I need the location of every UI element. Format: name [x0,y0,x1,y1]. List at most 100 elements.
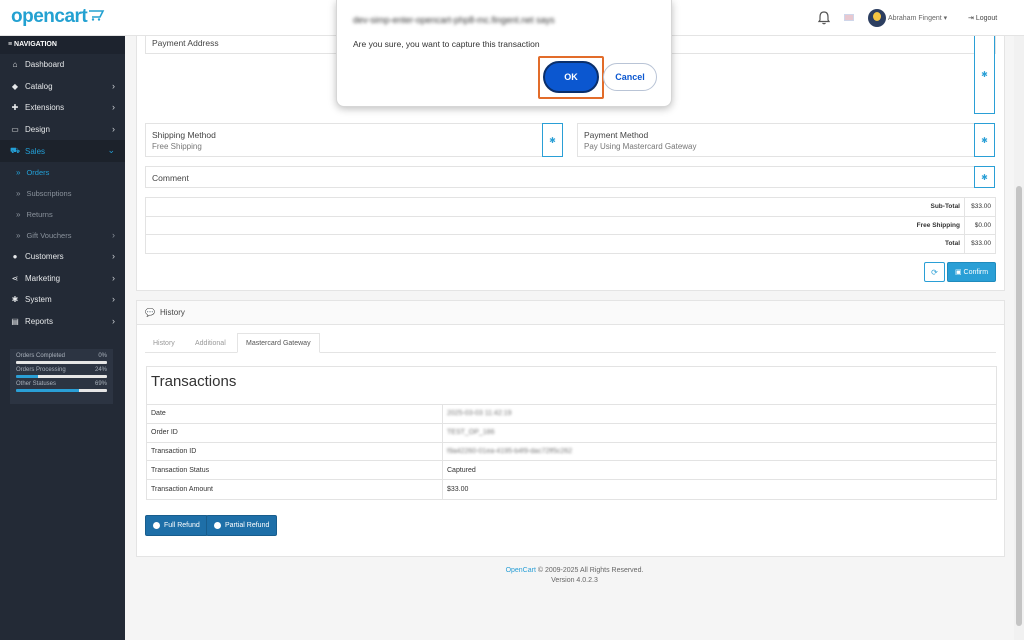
progress-bar [16,375,107,378]
progress-bar [16,361,107,364]
dialog-message: Are you sure, you want to capture this t… [353,39,540,49]
sidebar-item-marketing[interactable]: ⋖ Marketing › [0,268,125,290]
sidebar-item-extensions[interactable]: ✚ Extensions › [0,97,125,119]
chevron-right-icon: › [112,229,115,240]
order-stats: Orders Completed 0% Orders Processing 24% … [10,349,113,404]
page-footer: OpenCart © 2009-2025 All Rights Reserved… [125,566,1024,586]
sidebar-item-catalog[interactable]: ◆ Catalog › [0,76,125,98]
gear-icon: ✱ [981,70,988,79]
tag-icon: ◆ [11,81,19,91]
table-row: Sub-Total $33.00 [145,197,996,217]
table-row: Free Shipping $0.00 [145,215,996,236]
double-chevron-icon: » [16,188,21,198]
version-text: Version 4.0.2.3 [551,577,598,584]
home-icon: ⌂ [12,60,18,70]
shipping-method-settings-button[interactable]: ✱ [542,123,563,157]
history-header: 💬 History [137,301,1004,325]
order-totals-table: Sub-Total $33.00 Free Shipping $0.00 Total… [145,197,996,254]
opencart-logo[interactable]: opencart [11,6,88,28]
table-row: Date 2025-03-03 11:42:19 [147,405,996,424]
sidebar: ≡ NAVIGATION ⌂ Dashboard ◆ Catalog › ✚ Exten… [0,36,125,640]
chevron-down-icon: ⌄ [107,145,115,156]
sidebar-subitem-returns[interactable]: » Returns [0,204,125,225]
sidebar-subitem-gift-vouchers[interactable]: » Gift Vouchers › [0,225,125,246]
table-row: Transaction ID f9a42260-01ea-4195-b4f9-da… [147,442,996,462]
sidebar-item-reports[interactable]: ▤ Reports › [0,311,125,333]
puzzle-icon: ✚ [11,103,19,113]
minus-circle-icon [214,522,221,529]
table-row: Transaction Amount $33.00 [147,480,996,499]
chart-icon: ▤ [11,317,19,327]
minus-circle-icon [153,522,160,529]
sidebar-item-dashboard[interactable]: ⌂ Dashboard [0,54,125,76]
comment-title: Comment [152,173,189,183]
nav-heading[interactable]: ≡ NAVIGATION [0,36,125,54]
sidebar-subitem-orders[interactable]: » Orders [0,162,125,183]
shipping-method-value: Free Shipping [152,142,202,151]
comment-settings-button[interactable]: ✱ [974,166,995,188]
tab-mastercard-gateway[interactable]: Mastercard Gateway [237,333,320,353]
sidebar-item-sales[interactable]: ⛟ Sales ⌄ [0,140,125,162]
save-icon: ▣ [954,269,962,276]
language-flag-icon[interactable] [844,14,854,21]
chevron-right-icon: › [112,123,115,134]
progress-bar [16,389,107,392]
scrollbar-thumb[interactable] [1016,186,1022,626]
logout-link[interactable]: ⇥ Logout [968,14,997,22]
tab-history[interactable]: History [145,333,183,353]
gear-icon: ✱ [981,172,988,182]
chevron-right-icon: › [112,102,115,113]
table-row: Transaction Status Captured [147,461,996,481]
stat-orders-processing: Orders Processing 24% [16,367,107,378]
cart-icon: ⛟ [9,146,21,156]
bell-icon[interactable] [817,10,831,25]
partial-refund-button[interactable]: Partial Refund [206,515,278,536]
gear-icon: ✱ [549,135,556,145]
user-menu[interactable]: Abraham Fingent ▾ [888,14,947,22]
chevron-right-icon: › [112,250,115,261]
comment-icon: 💬 [145,308,155,317]
stat-other-statuses: Other Statuses 69% [16,381,107,392]
refresh-icon: ⟳ [931,267,938,277]
transactions-table: Transactions Date 2025-03-03 11:42:19 Ord… [146,366,997,500]
payment-address-title: Payment Address [152,38,219,48]
shipping-method-title: Shipping Method [152,130,216,140]
payment-address-settings-button[interactable]: ✱ [974,36,995,114]
payment-method-settings-button[interactable]: ✱ [974,123,995,157]
page-scrollbar[interactable] [1014,36,1024,640]
gear-icon: ✱ [981,135,988,145]
table-row: Total $33.00 [145,234,996,254]
sidebar-subitem-subscriptions[interactable]: » Subscriptions [0,183,125,204]
sidebar-item-design[interactable]: ▭ Design › [0,119,125,141]
chevron-right-icon: › [112,315,115,326]
logo-cart-icon [89,10,105,21]
user-icon: ● [12,252,18,262]
full-refund-button[interactable]: Full Refund [145,515,208,536]
monitor-icon: ▭ [11,125,19,135]
shipping-method-box: Shipping Method Free Shipping [145,123,543,157]
chevron-right-icon: › [112,294,115,305]
double-chevron-icon: » [16,230,21,240]
dialog-host-title: dev-simp-enter-opencart-php8-mc.fingent.… [353,15,555,25]
main-content: Payment Address ✱ Shipping Method Free S… [125,36,1024,640]
payment-method-box: Payment Method Pay Using Mastercard Gate… [577,123,975,157]
double-chevron-icon: » [16,209,21,219]
transactions-title: Transactions [147,367,996,405]
avatar[interactable] [868,9,886,27]
logout-icon: ⇥ [968,15,974,22]
share-icon: ⋖ [11,273,19,283]
refresh-button[interactable]: ⟳ [924,262,945,282]
double-chevron-icon: » [16,167,21,177]
payment-method-title: Payment Method [584,130,649,140]
confirm-button[interactable]: ▣ Confirm [947,262,996,282]
sidebar-item-system[interactable]: ✱ System › [0,289,125,311]
ok-button[interactable]: OK [543,61,599,93]
confirm-dialog: dev-simp-enter-opencart-php8-mc.fingent.… [336,0,672,107]
payment-method-value: Pay Using Mastercard Gateway [584,142,697,151]
chevron-right-icon: › [112,272,115,283]
history-tabs: History Additional Mastercard Gateway [145,333,996,353]
opencart-link[interactable]: OpenCart [506,567,536,574]
tab-additional[interactable]: Additional [187,333,234,353]
sidebar-item-customers[interactable]: ● Customers › [0,246,125,268]
cancel-button[interactable]: Cancel [603,63,657,91]
